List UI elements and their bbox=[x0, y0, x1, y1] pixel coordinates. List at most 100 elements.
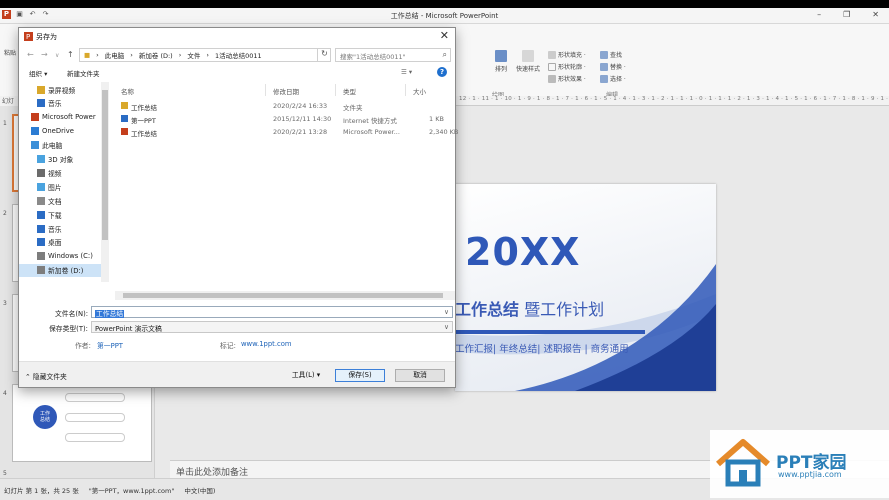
back-icon[interactable]: ← bbox=[27, 50, 34, 59]
nav-item-label: 音乐 bbox=[48, 225, 62, 234]
nav-item-label: 录屏视频 bbox=[48, 86, 76, 95]
author-value[interactable]: 第一PPT bbox=[97, 340, 123, 350]
shape-effects-icon bbox=[548, 74, 556, 83]
minimize-icon[interactable]: – bbox=[817, 10, 821, 19]
tags-label: 标记: bbox=[220, 342, 236, 350]
cancel-button[interactable]: 取消 bbox=[395, 369, 445, 382]
quick-styles-button[interactable]: 快速样式 bbox=[516, 50, 540, 73]
replace-button[interactable]: 替换 · bbox=[600, 62, 626, 71]
address-bar[interactable]: ■ › 此电脑 › 新加卷 (D:) › 文件 › 1活动总结0011 bbox=[79, 48, 331, 62]
pane-tab-label: 幻灯 bbox=[0, 96, 18, 106]
nav-item[interactable]: 音乐 bbox=[19, 222, 109, 235]
search-input[interactable]: 搜索"1活动总结0011" ⌕ bbox=[335, 48, 451, 62]
dialog-footer: ⌃ 隐藏文件夹 工具(L) ▾ 保存(S) 取消 bbox=[19, 361, 455, 387]
thumb-item bbox=[65, 413, 125, 422]
nav-item-label: 音乐 bbox=[48, 100, 62, 109]
documents-icon bbox=[37, 196, 45, 205]
drive-icon bbox=[37, 252, 45, 261]
close-window-icon[interactable]: ✕ bbox=[872, 10, 879, 19]
hide-folders-toggle[interactable]: ⌃ 隐藏文件夹 bbox=[25, 371, 67, 381]
nav-item[interactable]: 下载 bbox=[19, 208, 109, 221]
shape-outline-button[interactable]: 形状轮廓 · bbox=[548, 62, 586, 71]
author-label: 作者: bbox=[75, 342, 91, 350]
new-folder-button[interactable]: 新建文件夹 bbox=[67, 68, 100, 78]
breadcrumb-item[interactable]: 此电脑 bbox=[105, 50, 125, 60]
nav-scrollbar[interactable] bbox=[101, 82, 109, 282]
thumb-number: 1 bbox=[3, 120, 7, 127]
nav-item[interactable]: 桌面 bbox=[19, 236, 109, 249]
language: 中文(中国) bbox=[184, 487, 216, 495]
shape-fill-button[interactable]: 形状填充 · bbox=[548, 50, 586, 59]
forward-icon[interactable]: → bbox=[41, 50, 48, 59]
breadcrumb-item[interactable]: 新加卷 (D:) bbox=[139, 50, 173, 60]
up-icon[interactable]: ↑ bbox=[67, 50, 74, 59]
nav-item[interactable]: OneDrive bbox=[19, 125, 109, 138]
slide-thumbnail-4[interactable]: 工作 总结 bbox=[12, 384, 152, 462]
chevron-down-icon[interactable]: ∨ bbox=[444, 308, 449, 316]
view-options-icon[interactable]: ☰ ▾ bbox=[401, 68, 412, 76]
file-list-scroll-thumb[interactable] bbox=[123, 293, 443, 298]
save-fields: 文件名(N): 工作总结 ∨ 保存类型(T): PowerPoint 演示文稿 … bbox=[19, 303, 455, 353]
close-icon[interactable]: ✕ bbox=[440, 30, 449, 42]
shape-fill-icon bbox=[548, 50, 556, 59]
nav-item-label: 桌面 bbox=[48, 239, 62, 248]
column-header-type[interactable]: 类型 bbox=[343, 86, 356, 96]
nav-scroll-thumb[interactable] bbox=[102, 90, 108, 240]
save-button[interactable]: 保存(S) bbox=[335, 369, 385, 382]
file-type: Internet 快捷方式 bbox=[343, 117, 397, 125]
nav-item[interactable]: Microsoft Power bbox=[19, 111, 109, 124]
nav-item[interactable]: Windows (C:) bbox=[19, 250, 109, 263]
help-icon[interactable]: ? bbox=[437, 67, 447, 77]
column-divider bbox=[335, 84, 336, 96]
nav-item[interactable]: 新加卷 (D:) bbox=[19, 263, 109, 277]
chevron-down-icon[interactable]: ∨ bbox=[55, 52, 59, 59]
nav-item-label: Microsoft Power bbox=[42, 113, 96, 122]
file-row[interactable]: 工作总结 2020/2/21 13:28 Microsoft Power... 2,3… bbox=[115, 126, 459, 138]
navigation-pane: 录屏视频音乐 Microsoft Power OneDrive 此电脑 3D 对象视频图… bbox=[19, 82, 109, 290]
arrange-button[interactable]: 排列 bbox=[495, 50, 507, 73]
nav-item[interactable]: 3D 对象 bbox=[19, 153, 109, 166]
organize-button[interactable]: 组织 ▾ bbox=[29, 68, 47, 78]
nav-item[interactable]: 视频 bbox=[19, 166, 109, 179]
nav-item[interactable]: 文档 bbox=[19, 194, 109, 207]
thumb-center-circle: 工作 总结 bbox=[33, 405, 57, 429]
tags-value[interactable]: www.1ppt.com bbox=[241, 340, 292, 348]
file-row[interactable]: 第一PPT 2015/12/11 14:30 Internet 快捷方式 1 KB bbox=[115, 113, 455, 125]
nav-item-label: 视频 bbox=[48, 169, 62, 178]
tools-button[interactable]: 工具(L) ▾ bbox=[283, 369, 329, 382]
dialog-title-bar: P 另存为 ✕ bbox=[19, 28, 455, 45]
breadcrumb-item[interactable]: 1活动总结0011 bbox=[215, 50, 262, 60]
file-list: 名称 修改日期 类型 大小 工作总结 2020/2/24 16:33 文件夹 第一PP… bbox=[115, 82, 459, 292]
slide-swoosh bbox=[455, 264, 716, 391]
crumb-sep: › bbox=[178, 51, 182, 59]
slide-canvas[interactable]: 20XX 工作总结 暨工作计划 工作汇报| 年终总结| 述职报告 | 商务通用 bbox=[455, 184, 716, 391]
paste-button[interactable]: 粘贴 bbox=[4, 48, 16, 57]
dialog-title: 另存为 bbox=[36, 33, 57, 41]
arrange-icon bbox=[495, 50, 507, 62]
nav-item-label: 3D 对象 bbox=[48, 156, 74, 164]
nav-item[interactable]: 此电脑 bbox=[19, 139, 109, 152]
file-size: 2,340 KB bbox=[429, 128, 459, 136]
file-row[interactable]: 工作总结 2020/2/24 16:33 文件夹 bbox=[115, 100, 455, 112]
breadcrumb-item[interactable]: 文件 bbox=[187, 50, 200, 60]
select-button[interactable]: 选择 · bbox=[600, 74, 626, 83]
refresh-icon[interactable]: ↻ bbox=[317, 48, 331, 62]
pptx-file-icon bbox=[121, 128, 128, 135]
filename-input[interactable]: 工作总结 ∨ bbox=[91, 306, 453, 318]
file-type: Microsoft Power... bbox=[343, 128, 400, 136]
chevron-down-icon[interactable]: ∨ bbox=[444, 323, 449, 331]
thumb-number: 4 bbox=[3, 390, 7, 397]
restore-icon[interactable]: ❐ bbox=[843, 10, 850, 19]
column-header-size[interactable]: 大小 bbox=[413, 86, 426, 96]
slide-accent-bar bbox=[455, 330, 645, 334]
nav-item[interactable]: 录屏视频 bbox=[19, 83, 109, 96]
column-header-name[interactable]: 名称 bbox=[121, 86, 134, 96]
find-button[interactable]: 查找 bbox=[600, 50, 622, 59]
column-divider bbox=[405, 84, 406, 96]
nav-item[interactable]: 图片 bbox=[19, 180, 109, 193]
shape-effects-button[interactable]: 形状效果 · bbox=[548, 74, 586, 83]
file-list-scrollbar[interactable] bbox=[115, 291, 455, 300]
nav-item[interactable]: 音乐 bbox=[19, 97, 109, 110]
filetype-select[interactable]: PowerPoint 演示文稿 ∨ bbox=[91, 321, 453, 333]
column-header-date[interactable]: 修改日期 bbox=[273, 86, 299, 96]
